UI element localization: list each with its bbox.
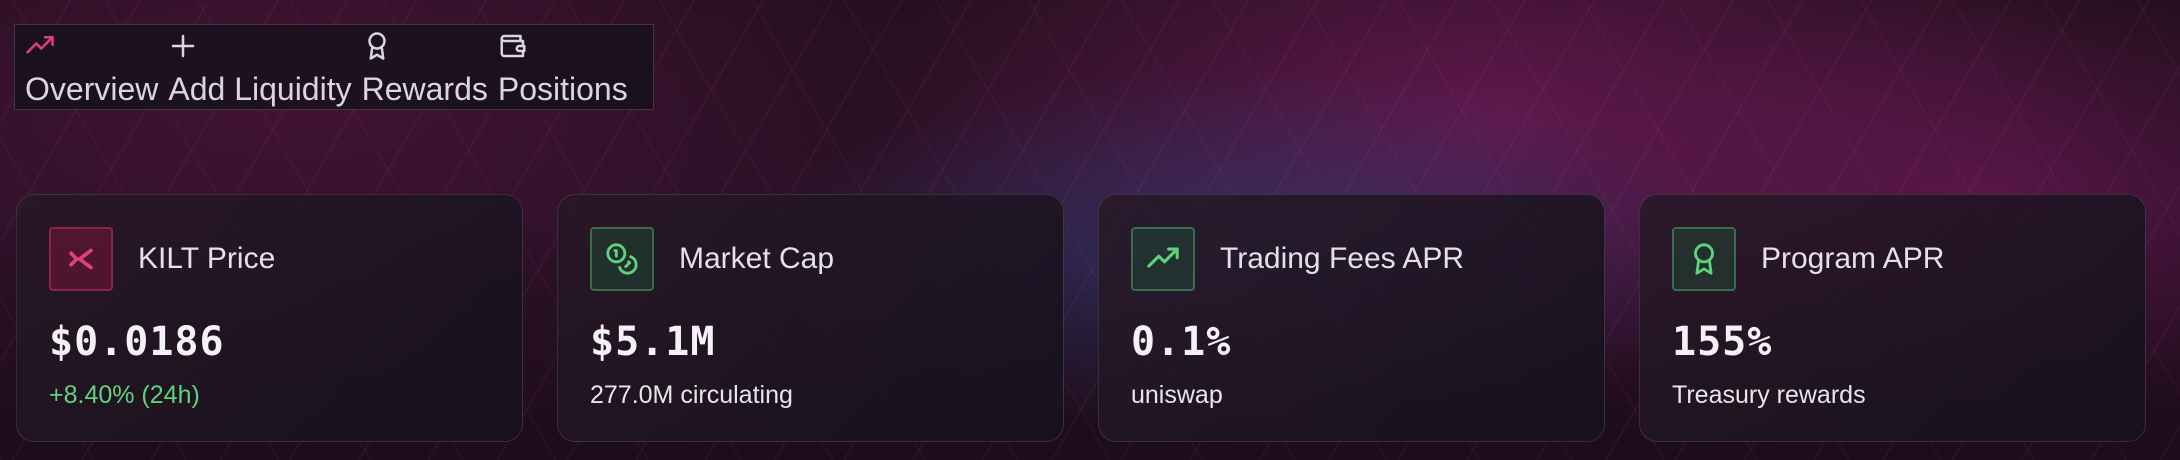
card-subtext: Treasury rewards	[1672, 381, 1866, 409]
award-icon	[362, 25, 392, 61]
nav-item-positions[interactable]: Positions	[488, 25, 628, 109]
stat-card-kilt-price: KILT Price $0.0186 +8.40% (24h)	[16, 194, 523, 442]
wallet-icon	[498, 25, 528, 61]
card-title: Trading Fees APR	[1220, 242, 1464, 275]
stat-card-trading-fees-apr: Trading Fees APR 0.1% uniswap	[1098, 194, 1605, 442]
card-value: $5.1M	[590, 319, 716, 365]
nav-label-overview: Overview	[25, 71, 159, 107]
card-title: Program APR	[1761, 242, 1945, 275]
nav-item-add-liquidity[interactable]: Add Liquidity	[158, 25, 352, 109]
nav-item-overview[interactable]: Overview	[15, 25, 158, 109]
main-navigation: Overview Add Liquidity Rewards Positions	[14, 24, 654, 110]
trending-up-icon	[1131, 227, 1195, 291]
card-subtext: +8.40% (24h)	[49, 381, 200, 409]
stat-card-market-cap: Market Cap $5.1M 277.0M circulating	[557, 194, 1064, 442]
trending-up-icon	[25, 25, 55, 61]
kilt-logo-icon	[49, 227, 113, 291]
stats-cards: KILT Price $0.0186 +8.40% (24h) Market C…	[16, 194, 2146, 442]
coins-icon	[590, 227, 654, 291]
card-value: $0.0186	[49, 319, 225, 365]
card-subtext: uniswap	[1131, 381, 1223, 409]
card-title: KILT Price	[138, 242, 276, 275]
plus-icon	[168, 25, 198, 61]
nav-item-rewards[interactable]: Rewards	[352, 25, 488, 109]
card-value: 155%	[1672, 319, 1773, 365]
award-icon	[1672, 227, 1736, 291]
stat-card-program-apr: Program APR 155% Treasury rewards	[1639, 194, 2146, 442]
card-value: 0.1%	[1131, 319, 1232, 365]
nav-label-rewards: Rewards	[361, 71, 488, 107]
card-title: Market Cap	[679, 242, 835, 275]
card-subtext: 277.0M circulating	[590, 381, 793, 409]
nav-label-add-liquidity: Add Liquidity	[168, 71, 352, 107]
nav-label-positions: Positions	[497, 71, 628, 107]
